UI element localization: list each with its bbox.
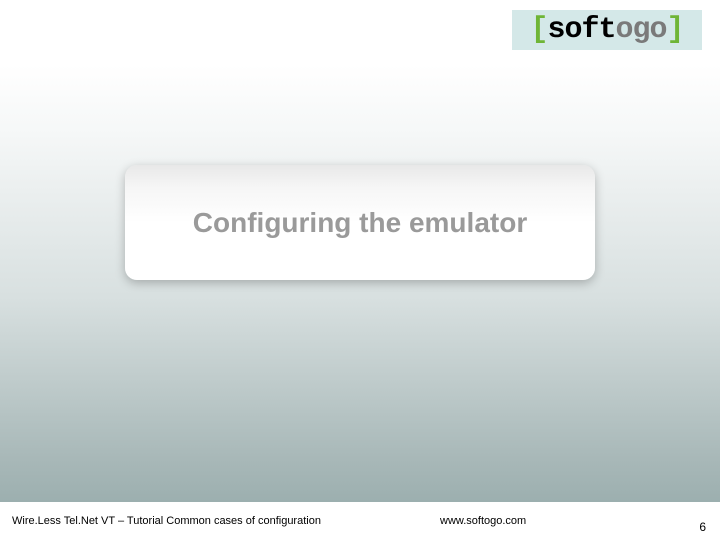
footer-left-text: Wire.Less Tel.Net VT – Tutorial Common c… xyxy=(12,515,321,527)
logo-bracket-close: ] xyxy=(667,13,684,47)
logo-soft: soft xyxy=(547,13,615,47)
logo: [softogo] xyxy=(512,10,702,50)
footer-url: www.softogo.com xyxy=(440,515,526,527)
logo-text: [softogo] xyxy=(530,13,683,47)
logo-ogo: ogo xyxy=(616,13,667,47)
slide: [softogo] Configuring the emulator Wire.… xyxy=(0,0,720,540)
page-number: 6 xyxy=(699,520,706,534)
logo-bracket-open: [ xyxy=(530,13,547,47)
footer: Wire.Less Tel.Net VT – Tutorial Common c… xyxy=(0,502,720,540)
slide-title: Configuring the emulator xyxy=(193,207,527,239)
title-box: Configuring the emulator xyxy=(125,165,595,280)
